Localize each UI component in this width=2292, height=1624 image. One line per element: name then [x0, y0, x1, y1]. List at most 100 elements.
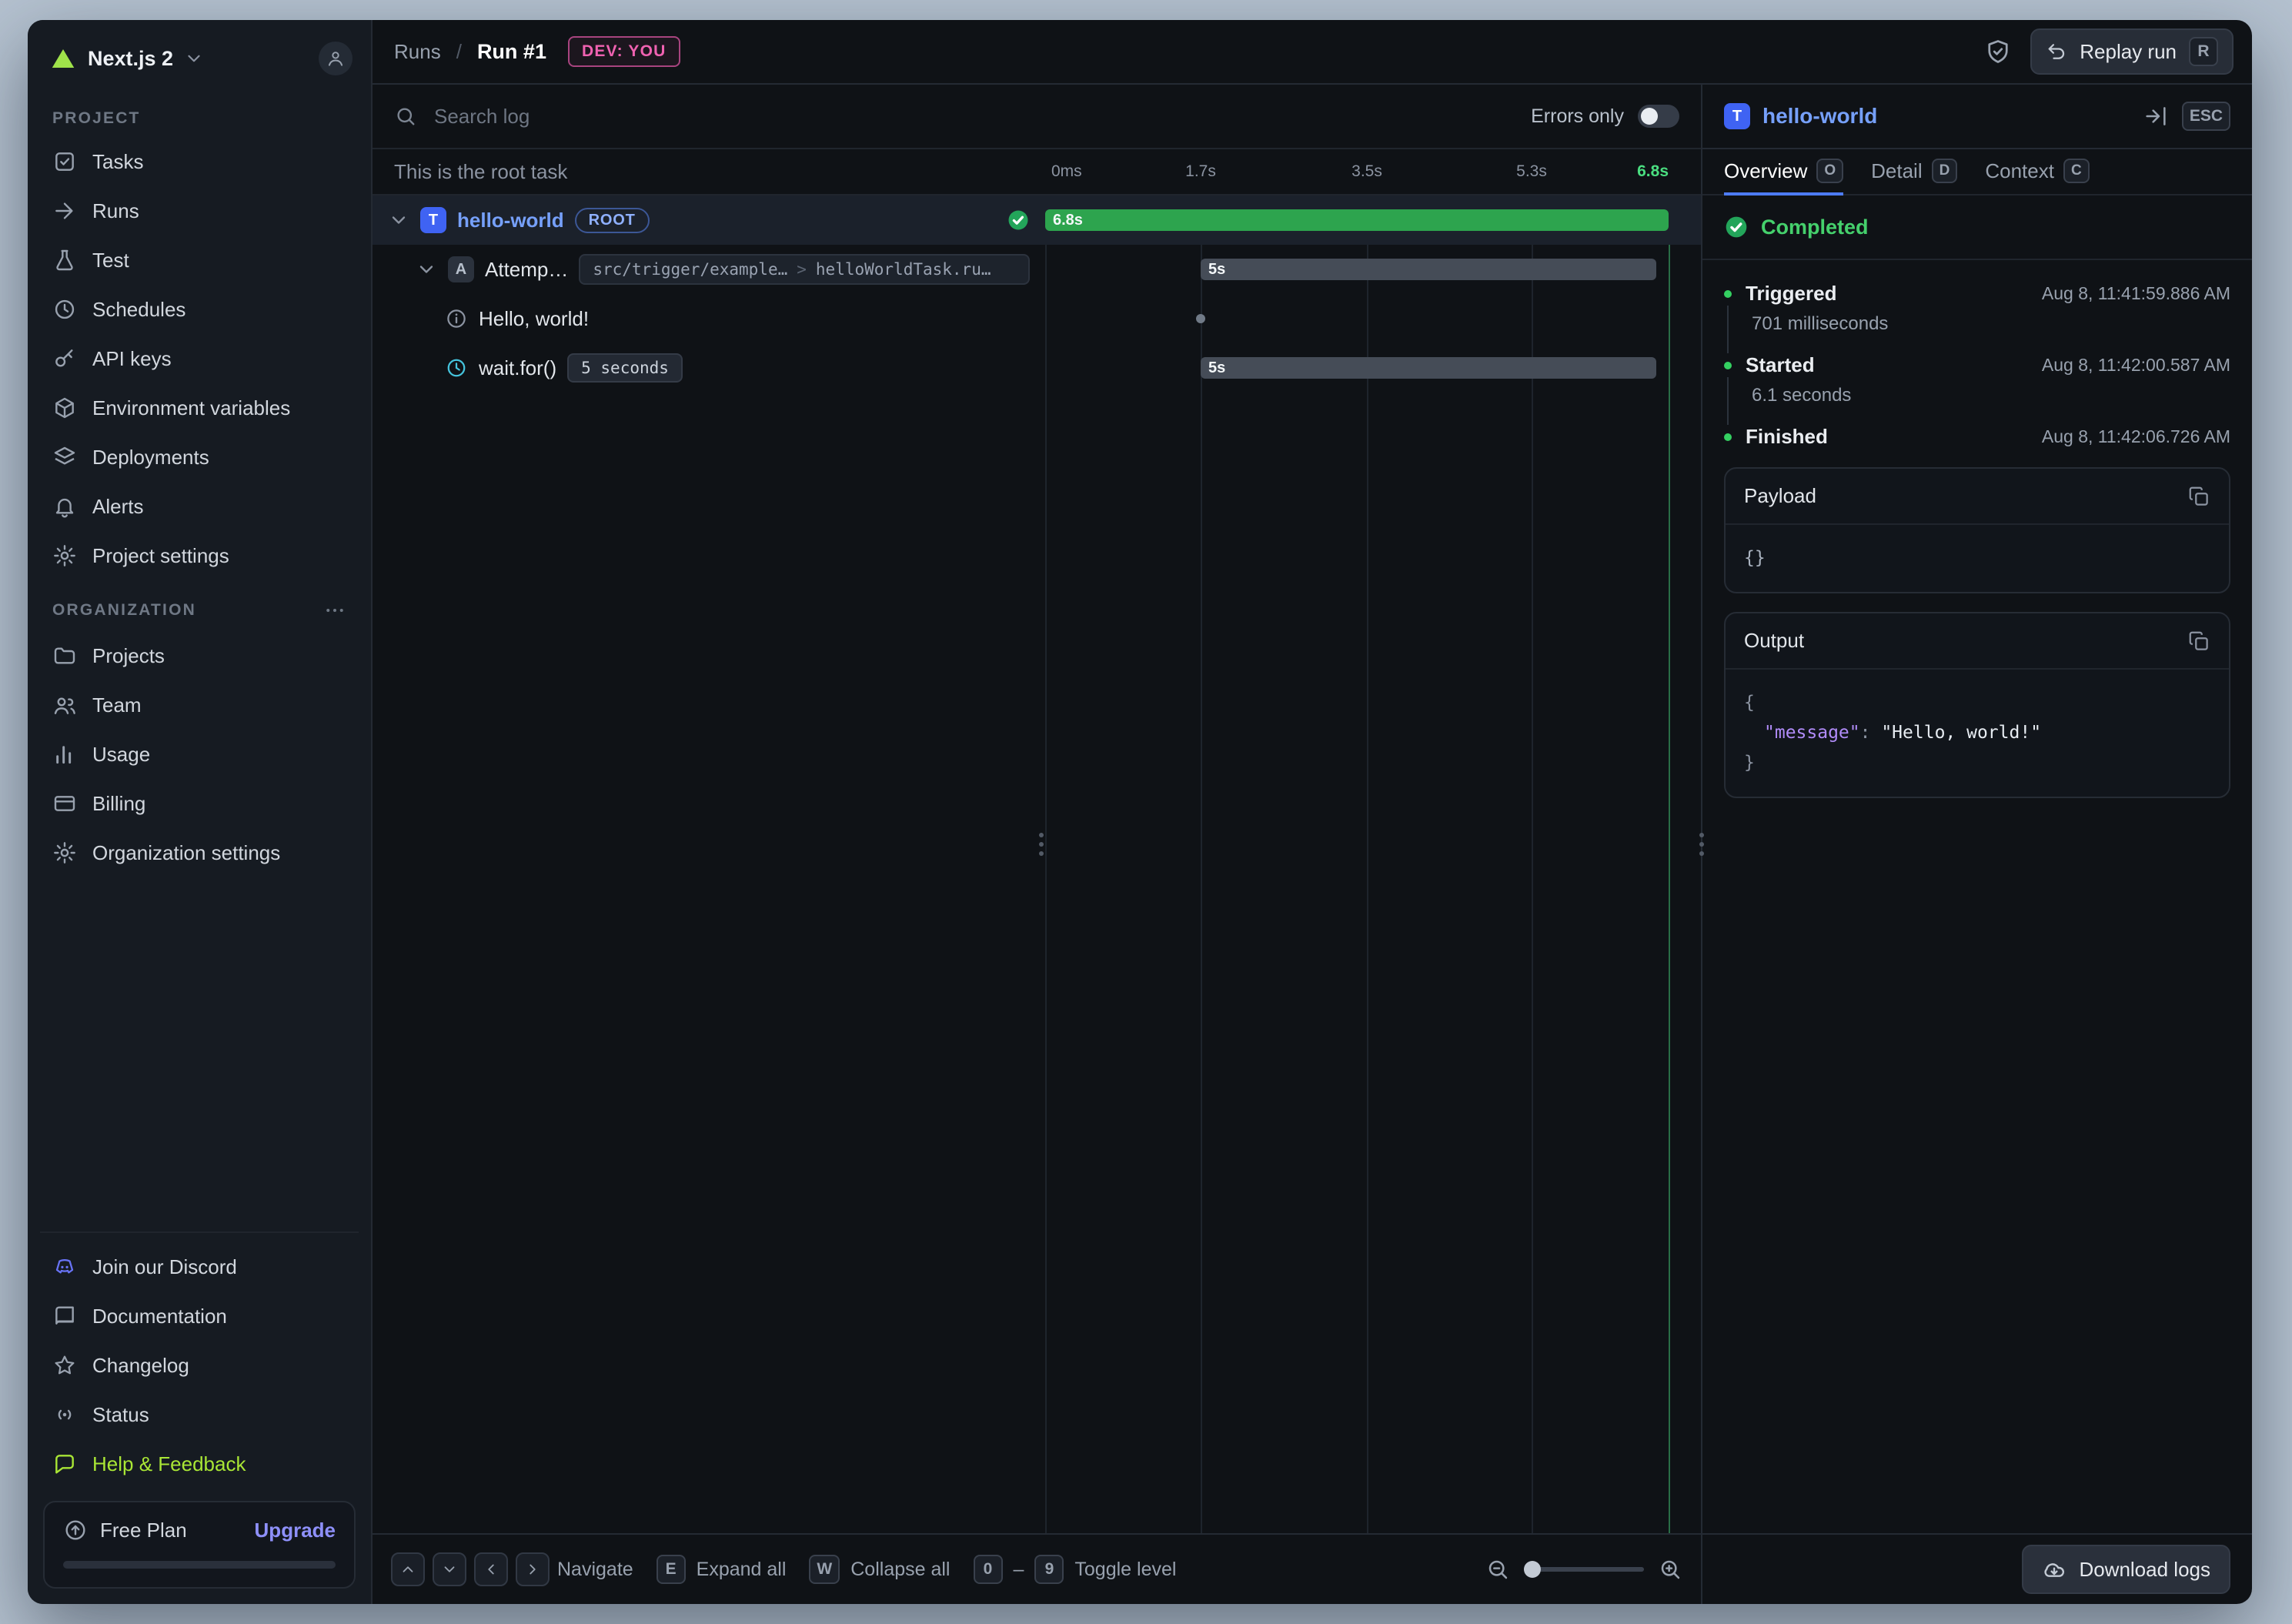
sidebar-item-help-feedback[interactable]: Help & Feedback [40, 1439, 359, 1489]
root-badge: ROOT [575, 208, 650, 233]
org-project-selector[interactable]: Next.js 2 [40, 32, 359, 91]
event-timestamp: Aug 8, 11:42:06.726 AM [2042, 426, 2230, 447]
sidebar-item-test[interactable]: Test [40, 236, 359, 285]
navigate-left-button[interactable] [474, 1552, 508, 1586]
star-icon [52, 1353, 77, 1378]
sidebar-item-discord[interactable]: Join our Discord [40, 1242, 359, 1292]
run-row-log-message[interactable]: Hello, world! [373, 294, 1701, 343]
payload-json: {} [1726, 523, 2229, 592]
sidebar-item-environment-variables[interactable]: Environment variables [40, 383, 359, 433]
sidebar-item-projects[interactable]: Projects [40, 631, 359, 680]
sidebar-item-alerts[interactable]: Alerts [40, 482, 359, 531]
collapse-chevron-icon[interactable] [388, 209, 409, 231]
output-title: Output [1744, 629, 1804, 653]
sidebar-item-billing[interactable]: Billing [40, 779, 359, 828]
search-icon [394, 105, 417, 128]
plan-card: Free Plan Upgrade [43, 1501, 356, 1589]
sidebar-footer: Join our Discord Documentation Changelog… [40, 1231, 359, 1589]
broadcast-icon [52, 1402, 77, 1427]
tab-context[interactable]: Context C [1985, 149, 2089, 195]
sidebar-item-status[interactable]: Status [40, 1390, 359, 1439]
log-message: Hello, world! [479, 307, 589, 331]
replay-run-button[interactable]: Replay run R [2030, 28, 2234, 75]
navigate-right-button[interactable] [516, 1552, 550, 1586]
org-menu-dots-icon[interactable] [323, 599, 346, 622]
sidebar-item-project-settings[interactable]: Project settings [40, 531, 359, 580]
credit-card-icon [52, 791, 77, 816]
user-avatar[interactable] [319, 42, 352, 75]
duration-bar-attempt[interactable]: 5s [1201, 259, 1656, 280]
task-name: hello-world [457, 209, 564, 232]
cloud-download-icon [2042, 1557, 2066, 1582]
sidebar-item-usage[interactable]: Usage [40, 730, 359, 779]
sidebar-item-tasks[interactable]: Tasks [40, 137, 359, 186]
download-logs-button[interactable]: Download logs [2022, 1545, 2230, 1594]
arrow-up-circle-icon [63, 1518, 88, 1542]
sidebar-item-schedules[interactable]: Schedules [40, 285, 359, 334]
inspector-footer: Download logs [1702, 1533, 2252, 1604]
source-path-chip: src/trigger/example… > helloWorldTask.ru… [579, 254, 1030, 285]
attempt-label: Attemp… [485, 258, 568, 282]
copy-icon[interactable] [2187, 630, 2210, 653]
run-row-hello-world[interactable]: T hello-world ROOT 6.8s [373, 195, 1701, 245]
duration-bar-task[interactable]: 6.8s [1045, 209, 1669, 231]
copy-icon[interactable] [2187, 485, 2210, 508]
tick-5-3s: 5.3s [1516, 162, 1547, 181]
chevron-down-icon [184, 48, 204, 69]
sidebar-item-documentation[interactable]: Documentation [40, 1292, 359, 1341]
level-key-9-hint: 9 [1034, 1555, 1064, 1584]
tab-overview[interactable]: Overview O [1724, 149, 1843, 195]
zoom-out-icon[interactable] [1485, 1557, 1510, 1582]
log-event-dot [1196, 314, 1205, 323]
key-icon [52, 346, 77, 371]
run-row-wait[interactable]: wait.for() 5 seconds 5s [373, 343, 1701, 393]
event-bullet [1724, 362, 1732, 369]
upgrade-link[interactable]: Upgrade [255, 1519, 336, 1542]
zoom-slider-knob[interactable] [1524, 1561, 1541, 1578]
folder-icon [52, 643, 77, 668]
sidebar-item-runs[interactable]: Runs [40, 186, 359, 236]
tab-detail[interactable]: Detail D [1871, 149, 1957, 195]
breadcrumb-runs[interactable]: Runs [394, 40, 441, 64]
navigate-down-button[interactable] [433, 1552, 466, 1586]
app-window: Next.js 2 PROJECT Tasks Runs Test Schedu… [28, 20, 2252, 1604]
navigate-up-button[interactable] [391, 1552, 425, 1586]
sidebar-item-changelog[interactable]: Changelog [40, 1341, 359, 1390]
expand-key-hint: E [657, 1555, 686, 1584]
timeline-gridline [1532, 195, 1533, 1533]
duration-bar-wait[interactable]: 5s [1201, 357, 1656, 379]
info-icon [445, 307, 468, 330]
content-split: Errors only This is the root task 0ms 1.… [373, 85, 2252, 1604]
overview-key-hint: O [1816, 159, 1843, 183]
inspector-title: hello-world [1762, 104, 1877, 129]
sidebar-item-api-keys[interactable]: API keys [40, 334, 359, 383]
panel-resize-handle[interactable] [1696, 827, 1707, 862]
level-dash: – [1014, 1559, 1024, 1581]
close-panel-icon[interactable] [2143, 104, 2168, 129]
collapse-chevron-icon[interactable] [416, 259, 437, 280]
bar-chart-icon [52, 742, 77, 767]
collapse-all-label[interactable]: Collapse all [850, 1559, 950, 1581]
sidebar-item-team[interactable]: Team [40, 680, 359, 730]
main-area: Runs / Run #1 DEV: YOU Replay run R Erro… [373, 20, 2252, 1604]
json-key: "message" [1764, 723, 1860, 743]
log-footer: Navigate E Expand all W Collapse all 0 –… [373, 1533, 1701, 1604]
sidebar-item-deployments[interactable]: Deployments [40, 433, 359, 482]
zoom-in-icon[interactable] [1658, 1557, 1682, 1582]
timeline-header: This is the root task 0ms 1.7s 3.5s 5.3s… [373, 149, 1701, 195]
errors-only-toggle[interactable] [1638, 105, 1679, 128]
shield-check-icon[interactable] [1984, 38, 2012, 65]
context-key-hint: C [2063, 159, 2090, 183]
environment-badge: DEV: YOU [568, 36, 680, 67]
zoom-slider[interactable] [1524, 1567, 1644, 1572]
expand-all-label[interactable]: Expand all [697, 1559, 787, 1581]
completed-check-icon [1724, 215, 1749, 239]
inspector-panel: T hello-world ESC Overview O Detail D [1702, 85, 2252, 1604]
tree-resize-handle[interactable] [1036, 827, 1047, 862]
run-row-attempt[interactable]: A Attemp… src/trigger/example… > helloWo… [373, 245, 1701, 294]
sidebar-item-organization-settings[interactable]: Organization settings [40, 828, 359, 877]
search-input[interactable] [431, 103, 1517, 130]
replay-icon [2046, 41, 2067, 62]
event-bullet [1724, 433, 1732, 441]
timeline-gridline [1045, 195, 1047, 1533]
